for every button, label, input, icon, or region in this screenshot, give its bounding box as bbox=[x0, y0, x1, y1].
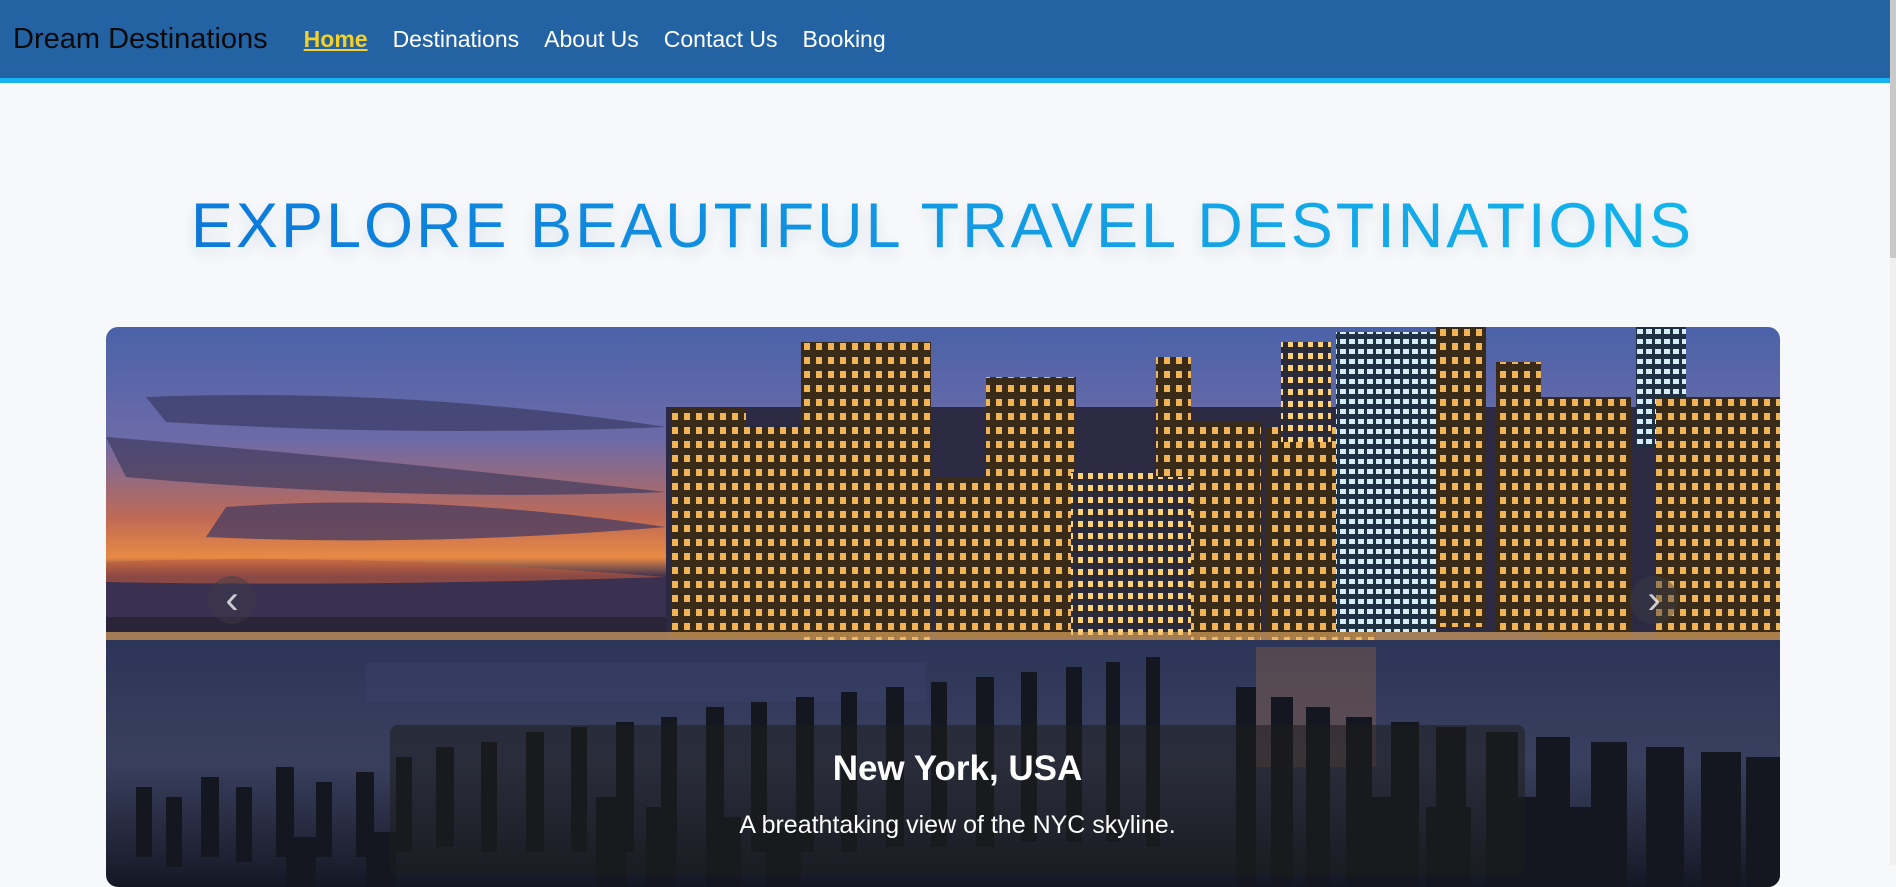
page-title: EXPLORE BEAUTIFUL TRAVEL DESTINATIONS bbox=[0, 190, 1885, 262]
nav-link-booking[interactable]: Booking bbox=[803, 26, 886, 53]
nav-link-about-us[interactable]: About Us bbox=[544, 26, 639, 53]
slide-title: New York, USA bbox=[832, 749, 1083, 788]
page-scrollbar[interactable] bbox=[1890, 0, 1896, 865]
brand-logo[interactable]: Dream Destinations bbox=[13, 23, 268, 56]
chevron-left-icon: ‹ bbox=[225, 577, 239, 622]
nav-links: Home Destinations About Us Contact Us Bo… bbox=[304, 26, 911, 53]
scrollbar-thumb[interactable] bbox=[1890, 0, 1896, 258]
chevron-right-icon: › bbox=[1647, 577, 1661, 622]
destination-carousel: New York, USA A breathtaking view of the… bbox=[106, 327, 1780, 887]
slide-description: A breathtaking view of the NYC skyline. bbox=[739, 811, 1176, 839]
nav-link-home[interactable]: Home bbox=[304, 26, 368, 53]
nav-link-contact-us[interactable]: Contact Us bbox=[664, 26, 778, 53]
carousel-prev-button[interactable]: ‹ bbox=[208, 576, 256, 624]
nav-link-destinations[interactable]: Destinations bbox=[393, 26, 520, 53]
carousel-next-button[interactable]: › bbox=[1630, 576, 1678, 624]
navbar: Dream Destinations Home Destinations Abo… bbox=[0, 0, 1890, 83]
slide-caption: New York, USA A breathtaking view of the… bbox=[390, 725, 1525, 875]
